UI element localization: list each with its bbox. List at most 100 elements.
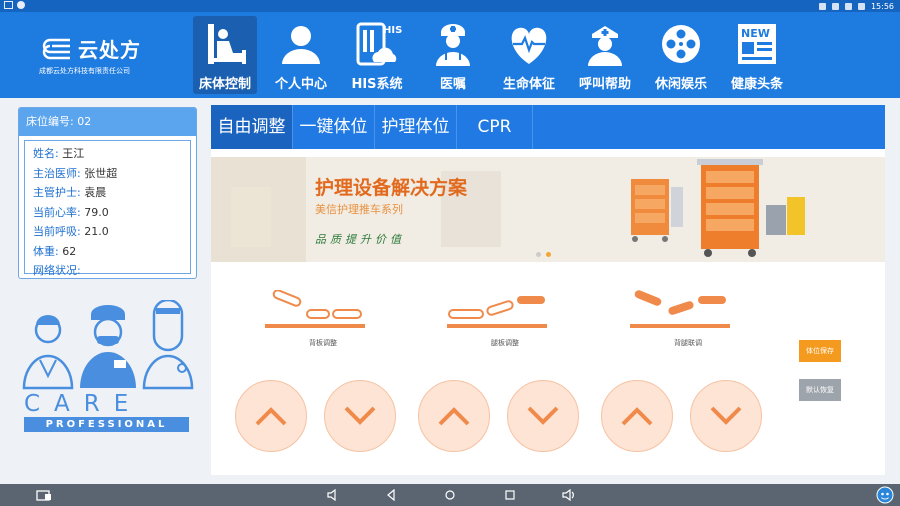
banner-slogan: 品质提升价值 bbox=[315, 233, 405, 246]
back-leg-adjust-icon bbox=[630, 290, 730, 328]
medical-staff-illustration bbox=[22, 300, 194, 390]
svg-text:NEW: NEW bbox=[741, 27, 770, 40]
news-icon: NEW bbox=[731, 19, 783, 71]
back-up-button[interactable] bbox=[235, 380, 307, 452]
screenshot-icon[interactable] bbox=[36, 488, 52, 502]
bed-number: 床位编号: 02 bbox=[19, 108, 196, 136]
bed-info-card: 床位编号: 02 姓名: 王江 主治医师: 张世超 主管护士: 袁晨 当前心率:… bbox=[18, 107, 197, 279]
nav-label: 床体控制 bbox=[198, 77, 251, 92]
volume-down-icon[interactable] bbox=[326, 488, 340, 502]
back-leg-up-button[interactable] bbox=[601, 380, 673, 452]
posture-label: 腿板调整 bbox=[491, 339, 519, 347]
battery-icon bbox=[857, 2, 865, 10]
nav-label: 生命体征 bbox=[502, 77, 555, 92]
nav-doctor-order[interactable]: 医嘱 bbox=[421, 16, 485, 94]
mode-tabs: 自由调整 一键体位 护理体位 CPR bbox=[211, 105, 885, 149]
status-time: 15:56 bbox=[870, 1, 894, 11]
banner-background-image bbox=[211, 157, 885, 262]
app-subtitle: 成都云处方科技有限责任公司 bbox=[39, 67, 130, 75]
doctor-icon bbox=[427, 19, 479, 71]
app-logo: 云处方 成都云处方科技有限责任公司 bbox=[36, 34, 166, 82]
app-title: 云处方 bbox=[78, 38, 141, 62]
notification-icon bbox=[4, 1, 13, 9]
user-icon bbox=[275, 19, 327, 71]
tab-cpr[interactable]: CPR bbox=[457, 105, 533, 149]
recent-apps-icon[interactable] bbox=[503, 488, 517, 502]
alarm-icon bbox=[831, 2, 839, 10]
notification-dot-icon bbox=[17, 1, 25, 9]
chevron-down-icon bbox=[710, 406, 742, 425]
banner-pager bbox=[536, 252, 551, 257]
nurse-icon bbox=[579, 19, 631, 71]
bed-control-panel: 自由调整 一键体位 护理体位 CPR 护理设备解决方案 美信护理推车系列 品质提… bbox=[211, 105, 885, 475]
nav-label: 个人中心 bbox=[274, 77, 327, 92]
home-icon[interactable] bbox=[443, 488, 457, 502]
banner-title: 护理设备解决方案 bbox=[315, 177, 468, 199]
nav-his-system[interactable]: HIS HIS系统 bbox=[345, 16, 409, 94]
patient-info: 姓名: 王江 主治医师: 张世超 主管护士: 袁晨 当前心率: 79.0 当前呼… bbox=[24, 140, 191, 277]
info-row-doctor: 主治医师: 张世超 bbox=[33, 166, 118, 180]
posture-back-leg: 背腿联调 bbox=[628, 290, 748, 350]
status-notifications bbox=[4, 1, 25, 9]
nav-bed-control[interactable]: 床体控制 bbox=[193, 16, 257, 94]
info-row-respiration: 当前呼吸: 21.0 bbox=[33, 225, 109, 238]
back-leg-down-button[interactable] bbox=[690, 380, 762, 452]
nav-call-help[interactable]: 呼叫帮助 bbox=[573, 16, 637, 94]
status-indicators: 15:56 bbox=[818, 0, 894, 12]
his-icon: HIS bbox=[351, 19, 403, 71]
posture-label: 背腿联调 bbox=[674, 339, 702, 347]
chevron-up-icon bbox=[438, 407, 470, 426]
main-nav: 床体控制 个人中心 HIS HIS系统 医嘱 生命体征 呼叫帮助 休闲娱乐 NE… bbox=[193, 16, 801, 96]
chevron-down-icon bbox=[527, 406, 559, 425]
info-row-name: 姓名: 王江 bbox=[33, 147, 85, 160]
posture-back: 背板调整 bbox=[263, 289, 383, 350]
volume-up-icon[interactable] bbox=[561, 488, 577, 502]
app-header: 云处方 成都云处方科技有限责任公司 床体控制 个人中心 HIS HIS系统 医嘱… bbox=[0, 12, 900, 98]
nav-label: 呼叫帮助 bbox=[578, 77, 631, 92]
heartbeat-icon bbox=[503, 19, 555, 71]
adjust-controls: 背板调整 腿板调整 背腿联调 体位保存 默认恢复 bbox=[211, 270, 885, 475]
nav-label: 医嘱 bbox=[439, 77, 466, 92]
leg-up-button[interactable] bbox=[418, 380, 490, 452]
bluetooth-icon bbox=[818, 2, 826, 10]
pager-dot[interactable] bbox=[536, 252, 541, 257]
banner-subtitle: 美信护理推车系列 bbox=[315, 203, 403, 216]
nav-leisure[interactable]: 休闲娱乐 bbox=[649, 16, 713, 94]
nav-vital-signs[interactable]: 生命体征 bbox=[497, 16, 561, 94]
info-row-heart-rate: 当前心率: 79.0 bbox=[33, 205, 109, 219]
svg-text:HIS: HIS bbox=[383, 25, 402, 36]
chevron-up-icon bbox=[621, 407, 653, 426]
back-down-button[interactable] bbox=[324, 380, 396, 452]
logo-mark-icon bbox=[42, 38, 70, 60]
nav-label: 健康头条 bbox=[730, 77, 783, 92]
wifi-icon bbox=[844, 2, 852, 10]
care-illustration: CARE PROFESSIONAL bbox=[18, 300, 198, 440]
care-subtitle: PROFESSIONAL bbox=[24, 417, 189, 432]
back-icon[interactable] bbox=[384, 488, 398, 502]
info-row-weight: 体重: 62 bbox=[33, 244, 77, 258]
pager-dot-active[interactable] bbox=[546, 252, 551, 257]
save-position-button[interactable]: 体位保存 bbox=[799, 340, 841, 362]
leg-adjust-icon bbox=[447, 296, 547, 328]
tab-care-position[interactable]: 护理体位 bbox=[375, 105, 457, 149]
bed-icon bbox=[199, 19, 251, 71]
nav-label: 休闲娱乐 bbox=[654, 77, 707, 92]
care-title: CARE bbox=[24, 391, 143, 417]
system-nav-bar bbox=[0, 484, 900, 506]
chevron-up-icon bbox=[255, 407, 287, 426]
nav-label: HIS系统 bbox=[351, 77, 403, 92]
ad-banner[interactable]: 护理设备解决方案 美信护理推车系列 品质提升价值 bbox=[211, 157, 885, 262]
info-row-nurse: 主管护士: 袁晨 bbox=[33, 186, 107, 199]
tab-one-key-position[interactable]: 一键体位 bbox=[293, 105, 375, 149]
film-reel-icon bbox=[655, 19, 707, 71]
nav-personal-center[interactable]: 个人中心 bbox=[269, 16, 333, 94]
posture-label: 背板调整 bbox=[309, 339, 337, 347]
tab-free-adjust[interactable]: 自由调整 bbox=[211, 105, 293, 149]
posture-leg: 腿板调整 bbox=[445, 290, 565, 350]
nav-health-news[interactable]: NEW 健康头条 bbox=[725, 16, 789, 94]
reset-default-button[interactable]: 默认恢复 bbox=[799, 379, 841, 401]
chevron-down-icon bbox=[344, 406, 376, 425]
leg-down-button[interactable] bbox=[507, 380, 579, 452]
status-bar: 15:56 bbox=[0, 0, 900, 12]
assistant-icon[interactable] bbox=[876, 486, 894, 504]
